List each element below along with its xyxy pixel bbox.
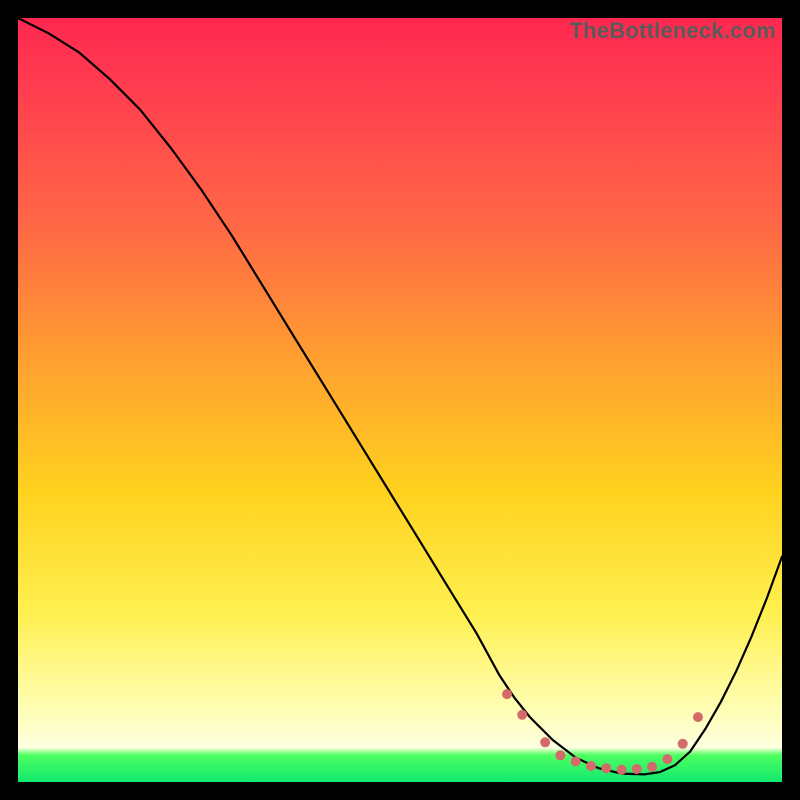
marker-dot [678,739,688,749]
flat-region-markers [502,689,703,775]
marker-dot [555,750,565,760]
marker-dot [517,710,527,720]
bottleneck-curve [18,18,782,774]
outer-frame: TheBottleneck.com [0,0,800,800]
marker-dot [601,763,611,773]
marker-dot [647,762,657,772]
marker-dot [617,765,627,775]
chart-overlay [18,18,782,782]
marker-dot [571,756,581,766]
marker-dot [586,761,596,771]
marker-dot [662,754,672,764]
plot-area: TheBottleneck.com [18,18,782,782]
marker-dot [540,737,550,747]
marker-dot [502,689,512,699]
marker-dot [632,764,642,774]
marker-dot [693,712,703,722]
